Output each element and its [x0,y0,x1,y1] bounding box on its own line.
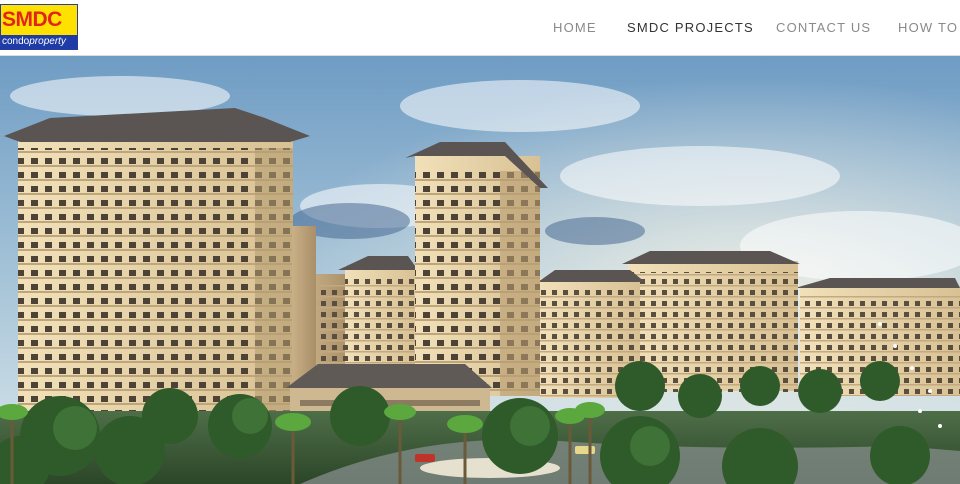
nav-smdc-projects[interactable]: SMDC PROJECTS [627,20,754,35]
main-nav: HOME SMDC PROJECTS CONTACT US HOW TO [0,0,960,56]
nav-contact-us[interactable]: CONTACT US [776,20,871,35]
site-header: SMDC condoproperty HOME SMDC PROJECTS CO… [0,0,960,56]
condominium-rendering [0,56,960,484]
hero-image [0,56,960,484]
nav-home[interactable]: HOME [553,20,597,35]
nav-how-to[interactable]: HOW TO [898,20,958,35]
